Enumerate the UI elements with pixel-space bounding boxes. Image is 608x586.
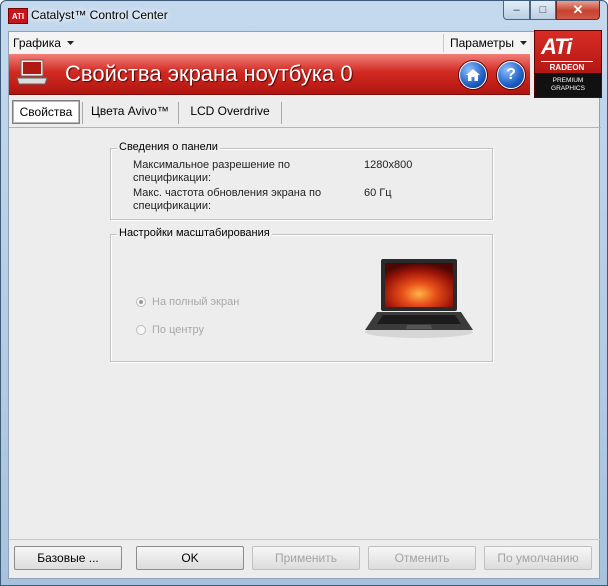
tab-separator <box>82 102 83 124</box>
close-icon: ✕ <box>572 2 584 17</box>
panel-info-legend: Сведения о панели <box>117 141 220 153</box>
max-refresh-label-line2: спецификации: <box>133 200 212 212</box>
tab-lcd-overdrive[interactable]: LCD Overdrive <box>181 100 279 122</box>
tab-properties[interactable]: Свойства <box>12 100 80 124</box>
ati-logo-text: ATi <box>541 34 572 59</box>
title-bar[interactable]: ATI Catalyst™ Control Center – □ ✕ <box>1 1 607 31</box>
maximize-icon: □ <box>539 4 547 16</box>
panel-info-group: Сведения о панели Максимальное разрешени… <box>110 141 493 220</box>
apply-button-label: Применить <box>274 551 337 565</box>
centered-radio[interactable] <box>136 325 146 335</box>
max-resolution-label-line1: Максимальное разрешение по <box>133 159 290 171</box>
tab-separator <box>281 102 282 124</box>
close-button[interactable]: ✕ <box>556 1 600 20</box>
max-refresh-label-line1: Макс. частота обновления экрана по <box>133 187 322 199</box>
menu-bar: Графика Параметры <box>9 32 530 55</box>
premium-graphics-badge: PREMIUM GRAPHICS <box>535 73 601 97</box>
tab-avivo-colors[interactable]: Цвета Avivo™ <box>85 100 175 122</box>
chevron-down-icon <box>520 41 528 46</box>
radeon-logo-text: RADEON <box>541 61 593 72</box>
menu-options-label: Параметры <box>450 36 514 50</box>
max-resolution-label: Максимальное разрешение по спецификации: <box>133 159 290 185</box>
centered-radio-label: По центру <box>152 324 204 336</box>
page-title: Свойства экрана ноутбука 0 <box>65 61 353 86</box>
max-resolution-label-line2: спецификации: <box>133 172 212 184</box>
page-banner: Свойства экрана ноутбука 0 ? <box>9 54 530 95</box>
basic-button-label: Базовые ... <box>37 551 99 565</box>
menu-graphics[interactable]: Графика <box>13 36 75 50</box>
menu-graphics-label: Графика <box>13 36 61 50</box>
fullscreen-radio-label: На полный экран <box>152 296 240 308</box>
defaults-button[interactable]: По умолчанию <box>484 546 592 570</box>
scaling-legend: Настройки масштабирования <box>117 227 272 239</box>
ok-button-label: OK <box>181 551 199 565</box>
tab-bar: Свойства Цвета Avivo™ LCD Overdrive <box>9 96 601 126</box>
minimize-button[interactable]: – <box>503 1 530 20</box>
chevron-down-icon <box>67 41 75 46</box>
cancel-button[interactable]: Отменить <box>368 546 476 570</box>
footer-separator <box>9 539 601 540</box>
ati-app-icon: ATI <box>8 8 28 24</box>
ati-radeon-logo: ATi RADEON PREMIUM GRAPHICS <box>534 30 602 98</box>
ok-button[interactable]: OK <box>136 546 244 570</box>
laptop-preview-image <box>365 259 473 338</box>
menu-divider <box>443 34 444 52</box>
maximize-button[interactable]: □ <box>530 1 556 20</box>
minimize-icon: – <box>513 4 520 16</box>
help-button[interactable]: ? <box>497 61 525 89</box>
app-window: ATI Catalyst™ Control Center – □ ✕ Графи… <box>0 0 608 586</box>
tab-properties-label: Свойства <box>19 105 73 119</box>
home-icon <box>466 69 480 81</box>
laptop-icon <box>16 59 48 85</box>
basic-button[interactable]: Базовые ... <box>14 546 122 570</box>
cancel-button-label: Отменить <box>394 551 450 565</box>
scaling-group: Настройки масштабирования На полный экра… <box>110 227 493 362</box>
apply-button[interactable]: Применить <box>252 546 360 570</box>
defaults-button-label: По умолчанию <box>497 551 579 565</box>
tab-underline <box>9 127 601 128</box>
tab-avivo-colors-label: Цвета Avivo™ <box>91 104 169 118</box>
window-title: Catalyst™ Control Center <box>31 8 168 22</box>
home-button[interactable] <box>459 61 487 89</box>
max-refresh-value: 60 Гц <box>364 187 392 199</box>
help-icon: ? <box>506 66 516 83</box>
graphics-label: GRAPHICS <box>551 85 585 92</box>
tab-separator <box>178 102 179 124</box>
premium-label: PREMIUM <box>552 77 584 84</box>
max-resolution-value: 1280x800 <box>364 159 413 171</box>
menu-options[interactable]: Параметры <box>450 36 528 50</box>
max-refresh-label: Макс. частота обновления экрана по специ… <box>133 187 321 213</box>
client-area: Графика Параметры Свойства экрана ноутбу… <box>8 30 602 579</box>
fullscreen-radio[interactable] <box>136 297 146 307</box>
tab-lcd-overdrive-label: LCD Overdrive <box>190 104 270 118</box>
